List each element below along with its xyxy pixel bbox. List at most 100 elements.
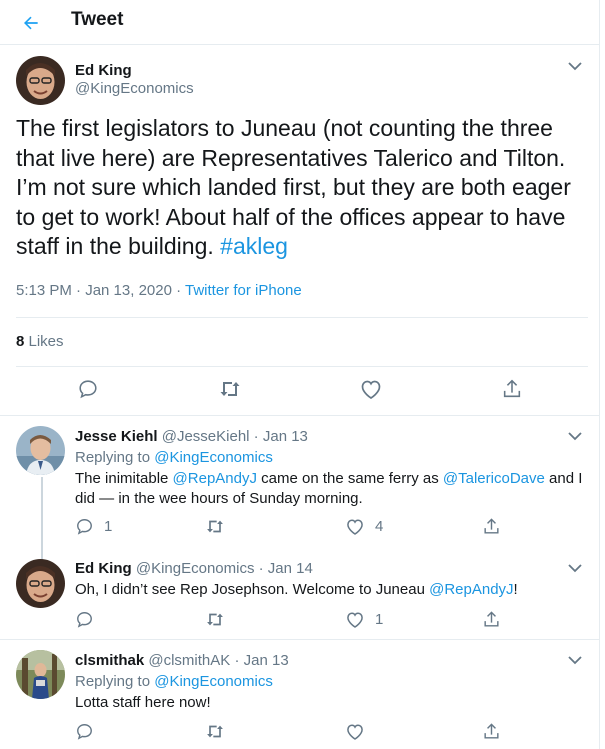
reply-text-part: The inimitable (75, 470, 173, 487)
avatar[interactable] (16, 559, 65, 608)
divider (0, 415, 600, 416)
replying-to-label: Replying to (75, 449, 155, 466)
page-header: Tweet (0, 0, 600, 45)
mention-link[interactable]: @RepAndyJ (173, 470, 257, 487)
tweet-text: The first legislators to Juneau (not cou… (16, 114, 588, 262)
reply-button[interactable] (75, 610, 94, 629)
avatar[interactable] (16, 426, 65, 475)
tweet-meta: 5:13 PM · Jan 13, 2020 · Twitter for iPh… (16, 282, 302, 299)
divider (16, 366, 588, 367)
tweet-menu-button[interactable] (565, 650, 585, 670)
tweet-menu-button[interactable] (565, 558, 585, 578)
avatar-photo (16, 426, 65, 475)
likes-stat[interactable]: 8 Likes (16, 333, 64, 350)
back-button[interactable] (14, 6, 48, 40)
reply-header: Ed King @KingEconomics · Jan 14 (75, 559, 313, 579)
reply-text: Oh, I didn’t see Rep Josephson. Welcome … (75, 580, 585, 600)
avatar[interactable] (16, 650, 65, 699)
mention-link[interactable]: @RepAndyJ (429, 581, 513, 598)
retweet-button[interactable] (218, 378, 242, 400)
share-icon (484, 518, 499, 534)
reply-icon (77, 612, 92, 628)
replying-to-label: Replying to (75, 673, 155, 690)
reply-button[interactable]: 1 (75, 517, 112, 536)
like-count: 1 (375, 611, 384, 628)
like-button[interactable]: 4 (345, 517, 383, 536)
share-button[interactable] (482, 610, 501, 629)
like-button[interactable]: 1 (345, 610, 383, 629)
reply-icon (77, 724, 92, 740)
share-button[interactable] (482, 722, 501, 741)
like-icon (361, 380, 381, 400)
reply-author-handle[interactable]: @clsmithAK (148, 652, 230, 669)
tweet-menu-button[interactable] (565, 426, 585, 446)
avatar-photo (16, 56, 65, 105)
reply-text-part: ! (513, 581, 518, 598)
page-title: Tweet (71, 9, 124, 30)
likes-label: Likes (24, 333, 64, 350)
avatar-photo (16, 559, 65, 608)
reply-icon (77, 519, 92, 535)
tweet-source[interactable]: Twitter for iPhone (185, 282, 302, 299)
retweet-button[interactable] (205, 610, 225, 629)
like-icon (347, 519, 363, 535)
divider (16, 317, 588, 318)
reply-text: The inimitable @RepAndyJ came on the sam… (75, 469, 585, 509)
share-button[interactable] (501, 378, 523, 400)
reply-author-name[interactable]: Ed King (75, 560, 132, 577)
share-icon (503, 379, 521, 398)
like-icon (347, 612, 363, 628)
reply-header: clsmithak @clsmithAK · Jan 13 (75, 651, 289, 671)
divider (0, 639, 600, 640)
tweet-body: The first legislators to Juneau (not cou… (16, 115, 571, 259)
reply-author-handle[interactable]: @JesseKiehl (162, 428, 250, 445)
reply-text: Lotta staff here now! (75, 693, 211, 713)
reply-author-handle[interactable]: @KingEconomics (136, 560, 255, 577)
tweet-detail-column (0, 0, 600, 749)
hashtag-link[interactable]: #akleg (220, 233, 288, 259)
replying-to: Replying to @KingEconomics (75, 672, 273, 692)
like-count: 4 (375, 518, 384, 535)
retweet-icon (207, 613, 223, 626)
tweet-timestamp[interactable]: 5:13 PM · Jan 13, 2020 · (16, 282, 185, 299)
reply-button[interactable] (75, 722, 94, 741)
chevron-down-icon (568, 62, 582, 71)
chevron-down-icon (568, 564, 582, 573)
reply-count: 1 (104, 518, 113, 535)
avatar[interactable] (16, 56, 65, 105)
share-icon (484, 723, 499, 739)
mention-link[interactable]: @TalericoDave (443, 470, 545, 487)
replying-to-link[interactable]: @KingEconomics (154, 673, 273, 690)
retweet-icon (207, 520, 223, 533)
reply-text-part: Lotta staff here now! (75, 694, 211, 711)
retweet-button[interactable] (205, 517, 225, 536)
reply-text-part: Oh, I didn’t see Rep Josephson. Welcome … (75, 581, 430, 598)
avatar-photo (16, 650, 65, 699)
reply-icon (79, 380, 97, 399)
reply-header: Jesse Kiehl @JesseKiehl · Jan 13 (75, 427, 308, 447)
thread-connector (41, 477, 43, 561)
reply-date[interactable]: · Jan 14 (254, 560, 313, 577)
share-icon (484, 611, 499, 627)
like-button[interactable] (345, 722, 365, 741)
chevron-down-icon (568, 432, 582, 441)
reply-author-name[interactable]: clsmithak (75, 652, 144, 669)
reply-text-part: came on the same ferry as (256, 470, 443, 487)
chevron-down-icon (568, 656, 582, 665)
reply-date[interactable]: · Jan 13 (230, 652, 288, 669)
author-name[interactable]: Ed King (75, 62, 132, 79)
reply-button[interactable] (77, 378, 99, 400)
like-icon (347, 724, 363, 740)
retweet-button[interactable] (205, 722, 225, 741)
reply-date[interactable]: · Jan 13 (250, 428, 308, 445)
retweet-icon (207, 725, 223, 738)
share-button[interactable] (482, 517, 501, 536)
reply-author-name[interactable]: Jesse Kiehl (75, 428, 158, 445)
like-button[interactable] (359, 378, 383, 400)
back-arrow-icon (24, 16, 38, 30)
tweet-menu-button[interactable] (565, 56, 585, 76)
replying-to-link[interactable]: @KingEconomics (154, 449, 273, 466)
author-handle[interactable]: @KingEconomics (75, 80, 194, 97)
retweet-icon (220, 382, 240, 396)
replying-to: Replying to @KingEconomics (75, 448, 273, 468)
